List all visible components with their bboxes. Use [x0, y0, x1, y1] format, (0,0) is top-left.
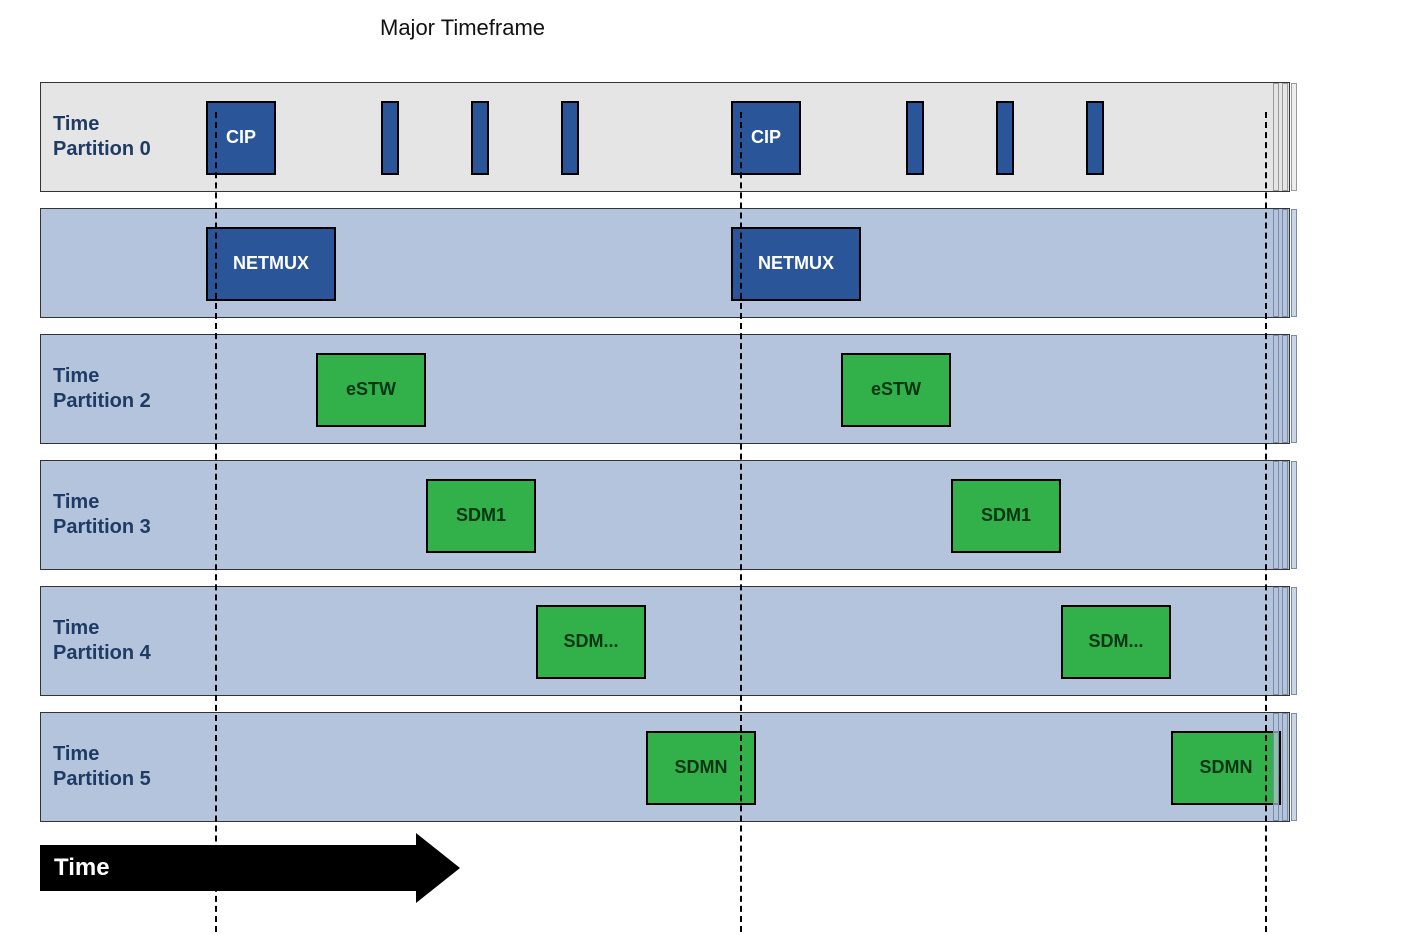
continuation-sliver — [1273, 713, 1279, 821]
continuation-sliver — [1273, 83, 1279, 191]
continuation-sliver — [1282, 83, 1288, 191]
partition-label: Time Partition 4 — [53, 616, 151, 666]
tick-block — [561, 101, 579, 175]
continuation-sliver — [1273, 335, 1279, 443]
timeframe-boundary — [1265, 112, 1267, 932]
continuation-sliver — [1273, 209, 1279, 317]
continuation-sliver — [1273, 587, 1279, 695]
continuation-sliver — [1282, 587, 1288, 695]
major-timeframe-label: Major Timeframe — [380, 15, 545, 41]
task-block: SDM... — [536, 605, 646, 679]
tick-block — [906, 101, 924, 175]
task-block: SDM1 — [426, 479, 536, 553]
continuation-sliver — [1291, 713, 1297, 821]
continuation-sliver — [1282, 335, 1288, 443]
partition-row: Time Partition 0CIPCIP — [40, 82, 1290, 192]
time-axis-label: Time — [40, 854, 110, 882]
continuation-sliver — [1291, 335, 1297, 443]
continuation-sliver — [1291, 587, 1297, 695]
task-block: NETMUX — [206, 227, 336, 301]
partition-row: NETMUX NETMUX — [40, 208, 1290, 318]
task-block: eSTW — [841, 353, 951, 427]
partition-row: Time Partition 4 SDM... SDM... — [40, 586, 1290, 696]
partition-label: Time Partition 5 — [53, 742, 151, 792]
partition-row: Time Partition 3 SDM1 SDM1 — [40, 460, 1290, 570]
continuation-sliver — [1291, 83, 1297, 191]
continuation-sliver — [1282, 461, 1288, 569]
time-axis-arrow: Time — [40, 845, 420, 891]
task-block: eSTW — [316, 353, 426, 427]
continuation-sliver — [1282, 713, 1288, 821]
task-block: SDM1 — [951, 479, 1061, 553]
task-block: SDM... — [1061, 605, 1171, 679]
partition-row: Time Partition 2 eSTW eSTW — [40, 334, 1290, 444]
tick-block — [381, 101, 399, 175]
continuation-sliver — [1291, 209, 1297, 317]
timeframe-boundary — [215, 112, 217, 932]
continuation-sliver — [1273, 461, 1279, 569]
tick-block — [471, 101, 489, 175]
partition-label: Time Partition 2 — [53, 364, 151, 414]
partition-label: Time Partition 3 — [53, 490, 151, 540]
task-block: NETMUX — [731, 227, 861, 301]
partition-label: Time Partition 0 — [53, 112, 151, 162]
tick-block — [996, 101, 1014, 175]
continuation-sliver — [1291, 461, 1297, 569]
continuation-sliver — [1282, 209, 1288, 317]
tick-block — [1086, 101, 1104, 175]
partition-row: Time Partition 5SDMNSDMN — [40, 712, 1290, 822]
timeframe-boundary — [740, 112, 742, 932]
timeline-diagram: Time Partition 0CIPCIP NETMUX NETMUX Time P… — [40, 82, 1290, 822]
